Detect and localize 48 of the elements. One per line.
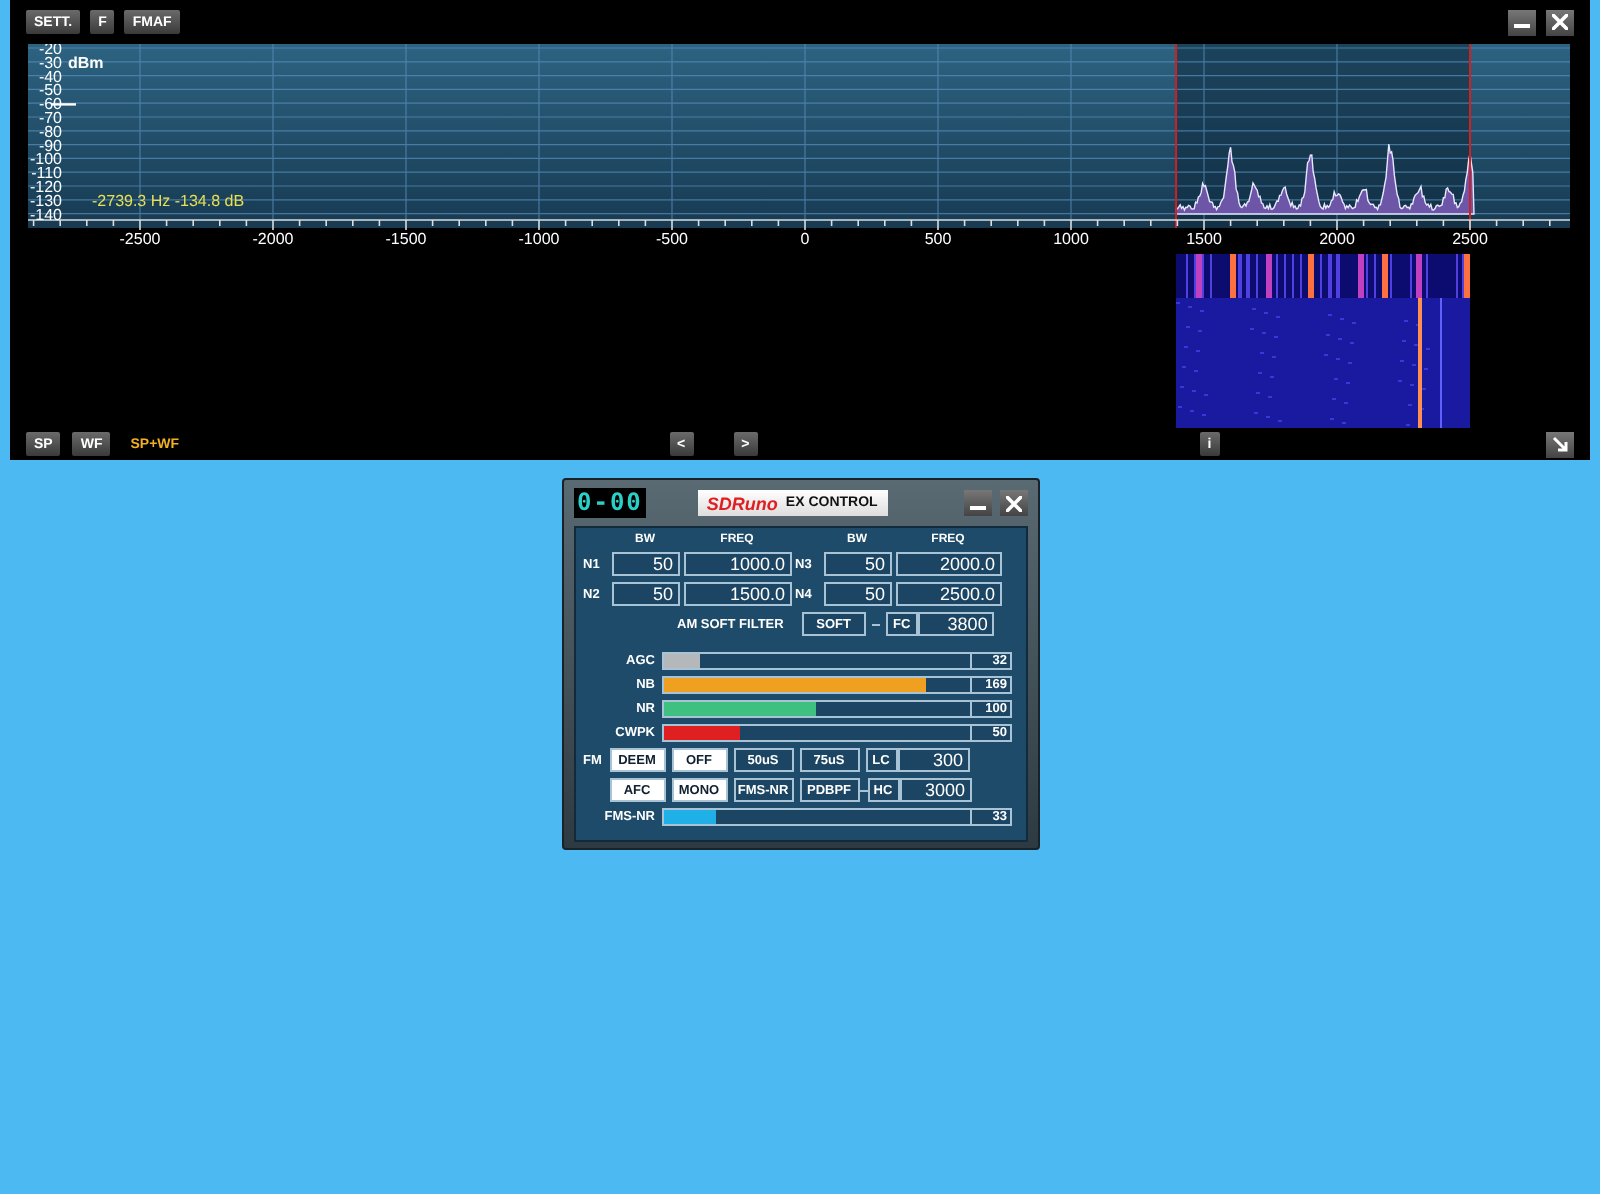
close-button[interactable] xyxy=(999,490,1027,516)
bandwidth-field[interactable]: 50 xyxy=(823,552,891,576)
arrow-down-right-icon xyxy=(1552,436,1568,452)
frequency-label: 2000 xyxy=(1319,230,1355,248)
minimize-button[interactable] xyxy=(963,490,991,516)
frequency-label: -1500 xyxy=(385,230,427,248)
frequency-label: 500 xyxy=(924,230,952,248)
level-label: -50 xyxy=(38,81,62,100)
bandwidth-field[interactable]: 50 xyxy=(611,582,679,606)
frequency-field[interactable]: 1500.0 xyxy=(683,582,791,606)
resize-button[interactable] xyxy=(1546,431,1574,457)
frequency-label: -500 xyxy=(656,230,688,248)
passband-edge-line[interactable] xyxy=(1175,44,1178,229)
frequency-label: -1000 xyxy=(518,230,560,248)
frequency-label: 1500 xyxy=(1186,230,1222,248)
lc-field[interactable]: 300 xyxy=(897,748,969,772)
close-icon xyxy=(1005,495,1021,511)
frequency-field[interactable]: 1000.0 xyxy=(683,552,791,576)
bandwidth-field[interactable]: 50 xyxy=(823,582,891,606)
frequency-label: 0 xyxy=(800,230,810,248)
level-label: -40 xyxy=(38,67,62,86)
frequency-field[interactable]: 2500.0 xyxy=(895,582,1001,606)
close-button[interactable] xyxy=(1546,9,1574,35)
brand-logo: SDRuno xyxy=(706,493,778,513)
frequency-label: 2500 xyxy=(1452,230,1488,248)
level-marker[interactable] xyxy=(52,103,76,106)
digital-display: 0-00 xyxy=(573,488,647,518)
level-label: -60 xyxy=(38,95,62,114)
minimize-button[interactable] xyxy=(1508,9,1536,35)
level-label: -80 xyxy=(38,122,62,141)
level-label: -110 xyxy=(31,164,62,183)
frequency-label: -2500 xyxy=(119,230,161,248)
level-label: -70 xyxy=(38,109,62,127)
frequency-field[interactable]: 2000.0 xyxy=(895,552,1001,576)
cursor-readout: -2739.3 Hz -134.8 dB xyxy=(92,191,245,210)
level-label: -90 xyxy=(38,136,62,155)
frequency-label: -2000 xyxy=(252,230,294,248)
level-label: -100 xyxy=(29,150,62,169)
level-label: -30 xyxy=(38,53,62,72)
hc-field[interactable]: 3000 xyxy=(899,778,971,802)
level-label: -140 xyxy=(29,205,62,224)
level-label: -130 xyxy=(29,191,62,210)
level-label: -120 xyxy=(29,178,62,196)
fc-field[interactable]: 3800 xyxy=(917,612,994,636)
frequency-label: 1000 xyxy=(1053,230,1089,248)
bandwidth-field[interactable]: 50 xyxy=(611,552,679,576)
unit-label: dBm xyxy=(68,53,104,72)
close-icon xyxy=(1552,14,1568,30)
